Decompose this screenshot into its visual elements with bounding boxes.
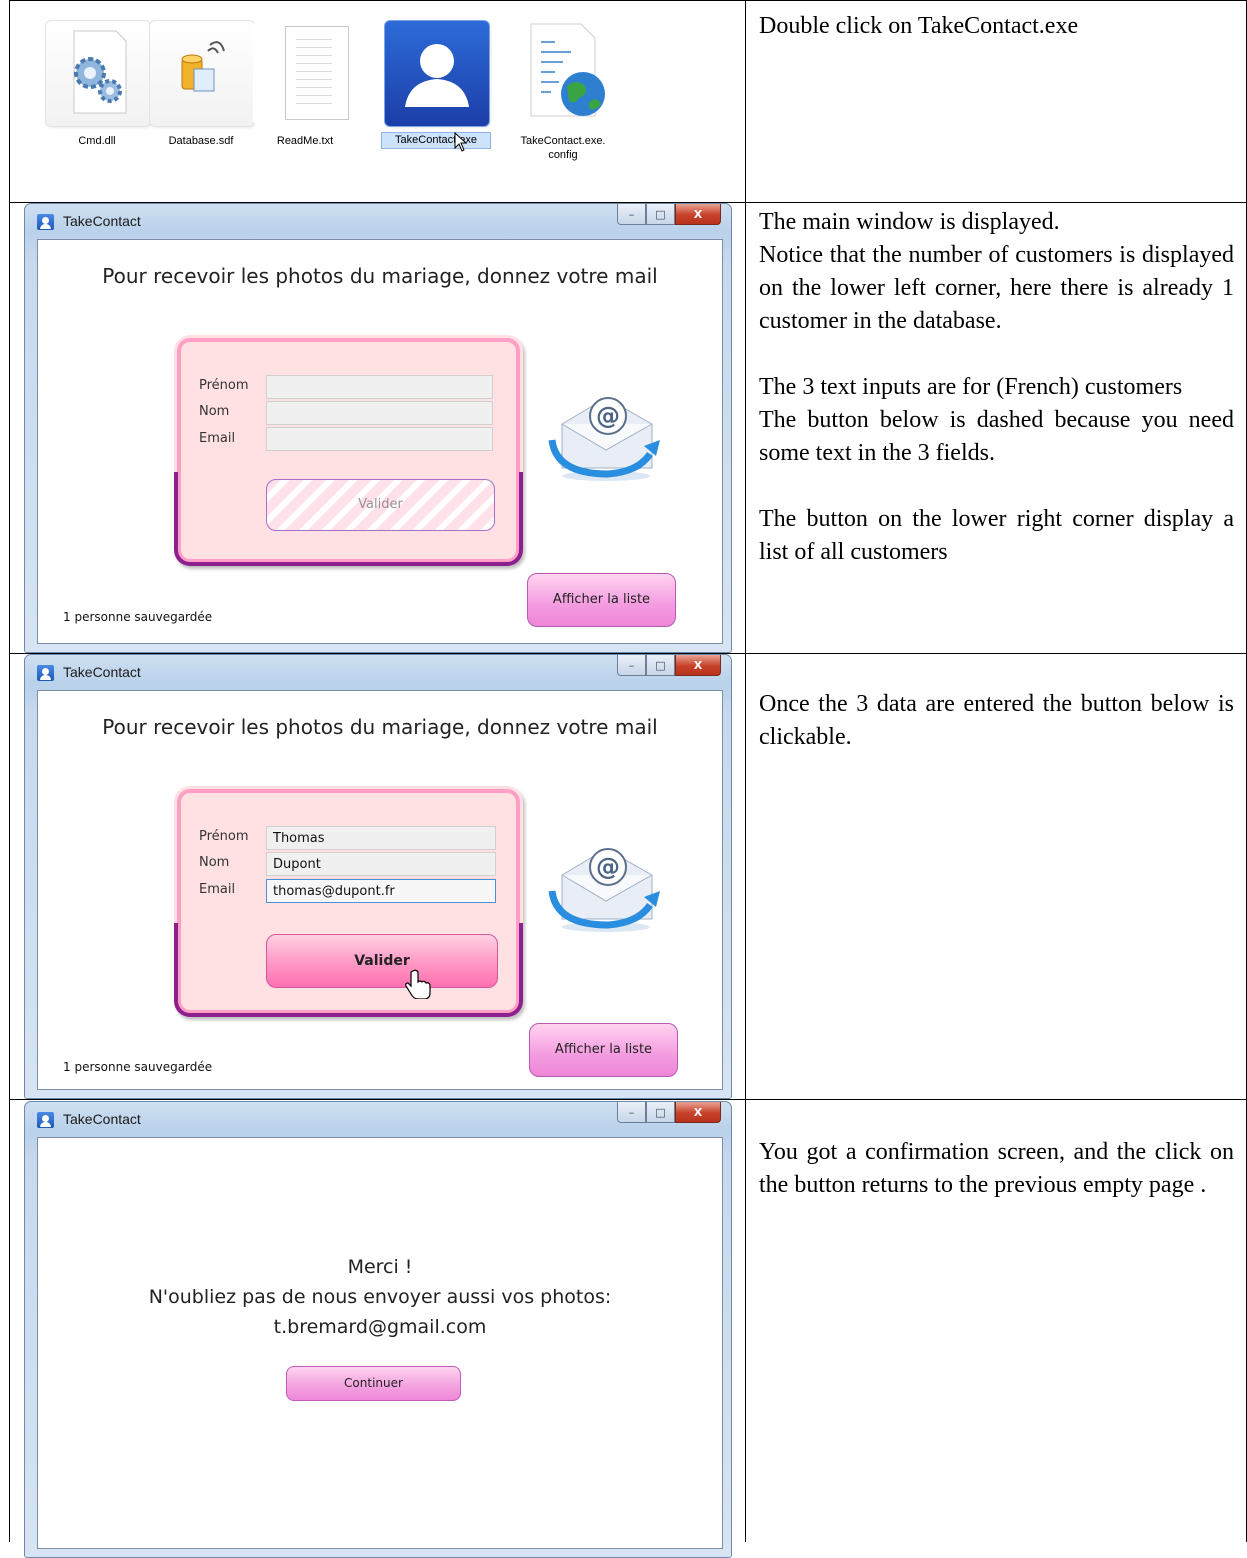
svg-text:@: @	[596, 402, 620, 430]
last-name-label: Nom	[199, 404, 230, 419]
text-file-icon	[253, 20, 357, 125]
config-globe-icon	[511, 20, 615, 125]
step4-text: You got a confirmation screen, and the c…	[759, 1139, 1234, 1198]
maximize-button[interactable]: □	[646, 1102, 675, 1123]
file-name-line2: config	[548, 149, 578, 161]
file-explorer-panel: Cmd.dll Database.sdf ReadMe.txt TakeCont…	[27, 12, 720, 192]
app-icon	[37, 1112, 54, 1128]
file-name: Database.sdf	[168, 135, 234, 147]
maximize-button[interactable]: □	[646, 204, 675, 225]
app-window-confirmation: TakeContact – □ X Merci ! N'oubliez pas …	[24, 1101, 732, 1558]
app-icon	[37, 214, 54, 230]
app-icon	[37, 665, 54, 681]
maximize-button[interactable]: □	[646, 655, 675, 676]
step2-text-4: The button below is dashed because you n…	[759, 407, 1234, 466]
window-controls: – □ X	[617, 655, 721, 676]
file-cmd-dll[interactable]: Cmd.dll	[45, 20, 151, 147]
confirmation-email: t.bremard@gmail.com	[273, 1316, 487, 1338]
saved-count-label: 1 personne sauvegardée	[63, 1060, 213, 1074]
step1-text: Double click on TakeContact.exe	[759, 13, 1079, 39]
step2-text-5: The button on the lower right corner dis…	[759, 506, 1234, 565]
window-titlebar[interactable]: TakeContact – □ X	[25, 204, 731, 234]
first-name-input[interactable]	[266, 375, 493, 399]
email-input[interactable]: thomas@dupont.fr	[266, 879, 496, 903]
close-button[interactable]: X	[675, 204, 721, 225]
file-name: Cmd.dll	[78, 135, 116, 147]
email-label: Email	[199, 431, 236, 446]
window-client-area: Merci ! N'oubliez pas de nous envoyer au…	[37, 1137, 723, 1549]
step1-description: Double click on TakeContact.exe	[759, 10, 1234, 43]
file-name: TakeContact.exe. config	[505, 134, 621, 162]
confirmation-line-2: N'oubliez pas de nous envoyer aussi vos …	[148, 1286, 612, 1308]
hand-cursor-icon	[405, 969, 431, 999]
file-name-line1: TakeContact.exe.	[520, 135, 606, 147]
step2-description: The main window is displayed. Notice tha…	[759, 206, 1234, 569]
step2-text-2: Notice that the number of customers is d…	[759, 242, 1234, 334]
file-database-sdf[interactable]: Database.sdf	[149, 20, 255, 147]
step3-text: Once the 3 data are entered the button b…	[759, 691, 1234, 750]
window-title: TakeContact	[63, 1111, 141, 1127]
first-name-label: Prénom	[199, 378, 249, 393]
show-list-button[interactable]: Afficher la liste	[529, 1023, 678, 1077]
table-column-divider	[745, 0, 746, 1542]
last-name-input[interactable]	[266, 401, 493, 425]
mouse-pointer-icon	[454, 132, 468, 152]
minimize-button[interactable]: –	[617, 204, 646, 225]
window-controls: – □ X	[617, 204, 721, 225]
step3-description: Once the 3 data are entered the button b…	[759, 688, 1234, 754]
table-row-divider	[9, 1099, 1247, 1100]
file-name: TakeContact.exe	[381, 132, 491, 149]
minimize-button[interactable]: –	[617, 1102, 646, 1123]
email-label: Email	[199, 882, 236, 897]
first-name-label: Prénom	[199, 829, 249, 844]
file-takecontact-config[interactable]: TakeContact.exe. config	[511, 20, 615, 161]
submit-button-disabled[interactable]: Valider	[266, 479, 495, 531]
last-name-label: Nom	[199, 855, 230, 870]
confirmation-message: Merci ! N'oubliez pas de nous envoyer au…	[38, 1252, 722, 1342]
step2-text-1: The main window is displayed.	[759, 209, 1060, 235]
database-icon	[149, 20, 255, 127]
email-input[interactable]	[266, 427, 493, 451]
window-client-area: Pour recevoir les photos du mariage, don…	[37, 239, 723, 644]
continue-button[interactable]: Continuer	[286, 1366, 461, 1401]
file-name: ReadMe.txt	[276, 135, 334, 147]
window-client-area: Pour recevoir les photos du mariage, don…	[37, 690, 723, 1090]
contact-app-icon	[384, 20, 490, 127]
last-name-input[interactable]: Dupont	[266, 852, 496, 876]
email-envelope-icon: @	[548, 831, 668, 936]
table-top-border	[9, 0, 1247, 1]
contact-form-card: Prénom Nom Email Thomas Dupont thomas@du…	[174, 786, 523, 1017]
window-titlebar[interactable]: TakeContact – □ X	[25, 1102, 731, 1132]
table-left-border	[9, 0, 10, 1542]
show-list-button[interactable]: Afficher la liste	[527, 573, 676, 627]
contact-form-card: Prénom Nom Email Valider	[174, 335, 523, 566]
close-button[interactable]: X	[675, 1102, 721, 1123]
gears-icon	[45, 20, 151, 127]
window-title: TakeContact	[63, 664, 141, 680]
window-controls: – □ X	[617, 1102, 721, 1123]
step2-text-3: The 3 text inputs are for (French) custo…	[759, 374, 1183, 400]
close-button[interactable]: X	[675, 655, 721, 676]
email-envelope-icon: @	[548, 380, 668, 485]
form-heading: Pour recevoir les photos du mariage, don…	[102, 715, 658, 739]
file-takecontact-exe[interactable]: TakeContact.exe	[381, 20, 491, 152]
minimize-button[interactable]: –	[617, 655, 646, 676]
first-name-input[interactable]: Thomas	[266, 826, 496, 850]
submit-button[interactable]: Valider	[266, 934, 498, 988]
saved-count-label: 1 personne sauvegardée	[63, 610, 213, 624]
app-window-filled-form: TakeContact – □ X Pour recevoir les phot…	[24, 654, 732, 1099]
file-readme-txt[interactable]: ReadMe.txt	[253, 20, 357, 147]
window-titlebar[interactable]: TakeContact – □ X	[25, 655, 731, 685]
form-heading: Pour recevoir les photos du mariage, don…	[102, 264, 658, 288]
window-title: TakeContact	[63, 213, 141, 229]
svg-text:@: @	[596, 853, 620, 881]
step4-description: You got a confirmation screen, and the c…	[759, 1136, 1234, 1202]
app-window-empty-form: TakeContact – □ X Pour recevoir les phot…	[24, 203, 732, 653]
confirmation-line-1: Merci !	[347, 1256, 413, 1278]
